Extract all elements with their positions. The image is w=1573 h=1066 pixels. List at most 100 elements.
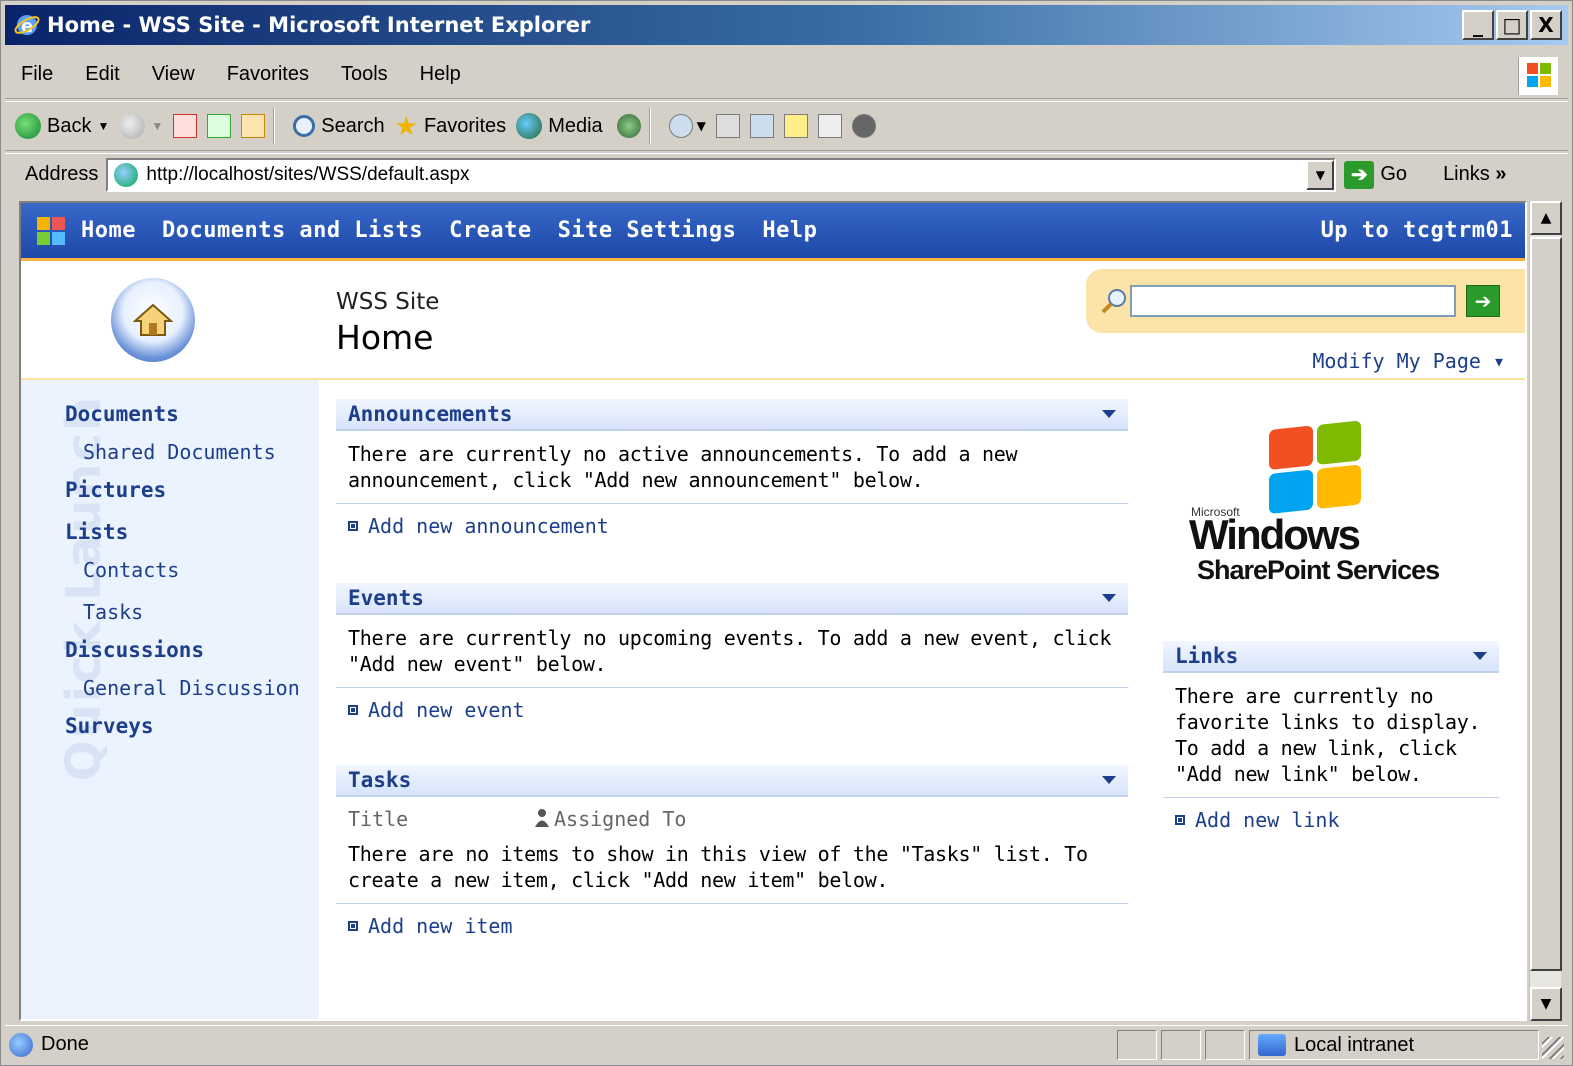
col-title[interactable]: Title [348, 807, 534, 831]
go-button[interactable]: ➔ Go [1344, 160, 1407, 189]
menu-favorites[interactable]: Favorites [211, 63, 325, 86]
resize-grip-icon[interactable] [1542, 1037, 1564, 1059]
menu-help[interactable]: Help [404, 63, 477, 86]
add-new-announcement-link[interactable]: Add new announcement [336, 504, 1128, 548]
modify-my-page-menu[interactable]: Modify My Page ▾ [1312, 349, 1505, 373]
windows-sharepoint-services-logo: Microsoft Windows SharePoint Services [1189, 420, 1479, 585]
media-icon [516, 113, 543, 139]
nav-documents-and-lists[interactable]: Documents and Lists [162, 218, 423, 243]
nav-up-to-parent[interactable]: Up to tcgtrm01 [1321, 218, 1513, 243]
ql-tasks[interactable]: Tasks [83, 600, 143, 624]
media-button[interactable]: Media [516, 113, 603, 139]
toolbar-separator [648, 108, 651, 144]
ql-shared-documents[interactable]: Shared Documents [83, 440, 276, 464]
address-dropdown-icon[interactable]: ▼ [1306, 159, 1335, 190]
announcements-title[interactable]: Announcements [348, 402, 512, 426]
nav-site-settings[interactable]: Site Settings [558, 218, 737, 243]
close-button[interactable]: X [1530, 10, 1562, 40]
security-zone: Local intranet [1249, 1030, 1539, 1060]
menu-edit[interactable]: Edit [69, 63, 135, 86]
tasks-empty-text: There are no items to show in this view … [348, 842, 1088, 892]
page-icon [114, 162, 139, 187]
history-icon[interactable] [616, 114, 641, 138]
forward-dropdown-icon[interactable]: ▼ [151, 119, 163, 133]
ql-documents[interactable]: Documents [65, 402, 179, 426]
mail-icon[interactable] [668, 114, 693, 138]
person-icon [535, 809, 549, 827]
add-new-link-link[interactable]: Add new link [1163, 798, 1499, 842]
minimize-button[interactable]: _ [1462, 10, 1494, 40]
events-header[interactable]: Events [336, 583, 1128, 615]
add-new-event-link[interactable]: Add new event [336, 688, 1128, 732]
ql-pictures[interactable]: Pictures [65, 478, 166, 502]
logo-windows-text: Windows [1189, 511, 1361, 558]
search-label: Search [321, 114, 385, 137]
nav-create[interactable]: Create [449, 218, 531, 243]
menu-tools[interactable]: Tools [325, 63, 404, 86]
address-field[interactable]: http://localhost/sites/WSS/default.aspx … [106, 157, 1337, 192]
home-icon[interactable] [241, 114, 266, 138]
maximize-icon: □ [1502, 13, 1522, 37]
refresh-icon[interactable] [207, 114, 232, 138]
webpart-menu-arrow-icon[interactable] [1473, 652, 1487, 660]
col-assigned-to[interactable]: Assigned To [534, 807, 686, 831]
ie-logo-icon: e [13, 11, 41, 39]
minimize-icon: _ [1473, 13, 1483, 37]
search-go-button[interactable]: ➔ [1466, 285, 1500, 317]
messenger-icon[interactable] [851, 114, 876, 138]
nav-help[interactable]: Help [762, 218, 817, 243]
star-icon: ★ [394, 110, 418, 141]
scroll-thumb[interactable] [1530, 237, 1562, 971]
search-input[interactable] [1130, 285, 1456, 317]
vertical-scrollbar[interactable]: ▲ ▼ [1529, 201, 1562, 1021]
toolbar-separator [273, 108, 276, 144]
add-new-item-link[interactable]: Add new item [336, 904, 1128, 948]
ql-surveys[interactable]: Surveys [65, 714, 154, 738]
discuss-icon[interactable] [783, 114, 808, 138]
favorites-button[interactable]: ★ Favorites [395, 111, 507, 142]
ql-lists[interactable]: Lists [65, 520, 128, 544]
webpart-menu-arrow-icon[interactable] [1102, 776, 1116, 784]
menu-file[interactable]: File [5, 63, 69, 86]
menu-view[interactable]: View [136, 63, 211, 86]
maximize-button[interactable]: □ [1496, 10, 1528, 40]
events-title[interactable]: Events [348, 586, 424, 610]
links-chevron-icon: » [1495, 163, 1507, 185]
back-button[interactable]: Back ▼ [15, 113, 109, 139]
window-title: Home - WSS Site - Microsoft Internet Exp… [47, 13, 591, 37]
print-icon[interactable] [715, 114, 740, 138]
stop-icon[interactable] [173, 114, 198, 138]
scroll-down-icon[interactable]: ▼ [1530, 987, 1562, 1021]
status-text: Done [41, 1033, 89, 1055]
back-arrow-icon [15, 113, 41, 139]
research-icon[interactable] [817, 114, 842, 138]
links-webpart: Links There are currently no favorite li… [1163, 641, 1499, 842]
forward-button[interactable]: ▼ [119, 113, 163, 139]
links-title[interactable]: Links [1175, 644, 1238, 668]
announcements-header[interactable]: Announcements [336, 399, 1128, 431]
back-dropdown-icon[interactable]: ▼ [97, 119, 109, 133]
edit-icon[interactable] [749, 114, 774, 138]
add-new-item-label: Add new item [368, 914, 513, 938]
address-url[interactable]: http://localhost/sites/WSS/default.aspx [146, 164, 469, 186]
links-toolbar[interactable]: Links » [1443, 163, 1506, 186]
ql-general-discussion[interactable]: General Discussion [83, 676, 300, 700]
scroll-up-icon[interactable]: ▲ [1530, 201, 1562, 235]
tasks-title[interactable]: Tasks [348, 768, 411, 792]
tasks-header[interactable]: Tasks [336, 765, 1128, 797]
browser-window: e Home - WSS Site - Microsoft Internet E… [0, 0, 1573, 1066]
ql-contacts[interactable]: Contacts [83, 558, 179, 582]
webpart-menu-arrow-icon[interactable] [1102, 594, 1116, 602]
menu-bar: File Edit View Favorites Tools Help [5, 51, 1568, 99]
events-webpart: Events There are currently no upcoming e… [336, 583, 1128, 732]
site-home-icon[interactable] [111, 278, 195, 362]
ql-discussions[interactable]: Discussions [65, 638, 204, 662]
links-header[interactable]: Links [1163, 641, 1499, 673]
search-button[interactable]: Search [293, 114, 385, 138]
announcements-empty-text: There are currently no active announceme… [348, 442, 1018, 492]
windows-flag-icon [1518, 57, 1558, 95]
webpart-menu-arrow-icon[interactable] [1102, 410, 1116, 418]
nav-home[interactable]: Home [81, 218, 136, 243]
status-pane [1117, 1030, 1157, 1060]
mail-dropdown-icon[interactable]: ▼ [697, 119, 706, 133]
